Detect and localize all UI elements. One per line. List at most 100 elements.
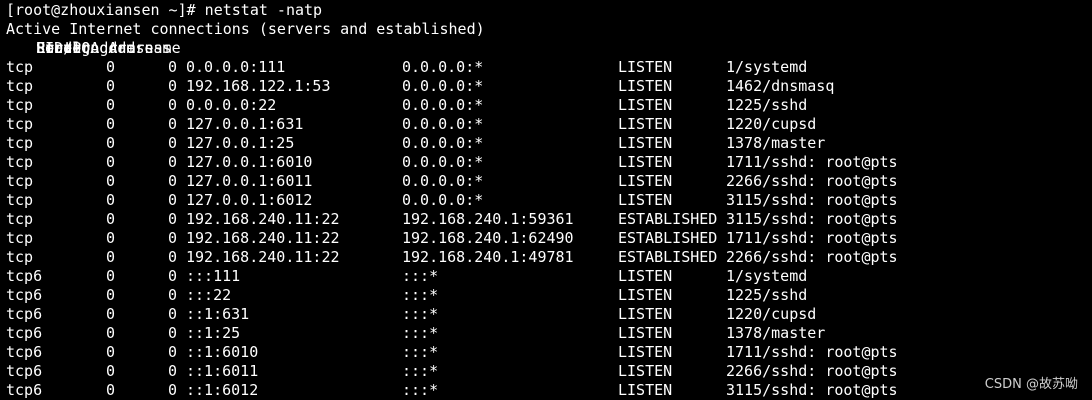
row-foreign-address: 0.0.0.0:*: [402, 134, 484, 152]
row-recvq: 0: [106, 305, 116, 323]
row-pid-program: 3115/sshd: root@pts: [726, 381, 898, 399]
row-local-address: 192.168.240.11:22: [186, 210, 340, 228]
row-pid-program: 1225/sshd: [726, 286, 808, 304]
row-state: LISTEN: [618, 58, 673, 76]
row-pid-program: 3115/sshd: root@pts: [726, 191, 898, 209]
table-row: tcp 0 0 127.0.0.1:6012 0.0.0.0:* LISTEN 3115/s…: [0, 191, 1092, 210]
row-proto: tcp: [6, 229, 34, 247]
row-foreign-address: 0.0.0.0:*: [402, 153, 484, 171]
row-sendq: 0: [168, 362, 178, 380]
row-sendq: 0: [168, 248, 178, 266]
row-state: LISTEN: [618, 134, 673, 152]
table-header: Proto Recv-Q Send-Q Local Address Foreig…: [0, 39, 1092, 58]
row-proto: tcp6: [6, 381, 43, 399]
row-sendq: 0: [168, 77, 178, 95]
table-row: tcp 0 0 127.0.0.1:6010 0.0.0.0:* LISTEN 1711/s…: [0, 153, 1092, 172]
row-proto: tcp: [6, 210, 34, 228]
row-sendq: 0: [168, 134, 178, 152]
table-row: tcp6 0 0:::111:::* LISTEN 1/systemd: [0, 267, 1092, 286]
row-proto: tcp6: [6, 362, 43, 380]
row-proto: tcp: [6, 172, 34, 190]
row-state: ESTABLISHED: [618, 210, 718, 228]
row-sendq: 0: [168, 229, 178, 247]
row-pid-program: 1/systemd: [726, 267, 808, 285]
row-foreign-address: 0.0.0.0:*: [402, 96, 484, 114]
table-row: tcp 0 0 192.168.240.11:22 192.168.240.1:5936…: [0, 210, 1092, 229]
row-recvq: 0: [106, 229, 116, 247]
row-state: LISTEN: [618, 305, 673, 323]
row-local-address: ::1:25: [186, 324, 241, 342]
row-foreign-address: 192.168.240.1:49781: [402, 248, 574, 266]
table-row: tcp 0 0 0.0.0.0:111 0.0.0.0:* LISTEN 1/systemd: [0, 58, 1092, 77]
row-recvq: 0: [106, 172, 116, 190]
row-recvq: 0: [106, 286, 116, 304]
row-sendq: 0: [168, 153, 178, 171]
row-foreign-address: :::*: [402, 343, 439, 361]
row-local-address: 192.168.240.11:22: [186, 229, 340, 247]
row-state: LISTEN: [618, 267, 673, 285]
row-local-address: ::1:6010: [186, 343, 259, 361]
row-sendq: 0: [168, 324, 178, 342]
row-recvq: 0: [106, 96, 116, 114]
table-row: tcp 0 0 192.168.122.1:53 0.0.0.0:* LISTEN 1462…: [0, 77, 1092, 96]
row-recvq: 0: [106, 248, 116, 266]
row-sendq: 0: [168, 286, 178, 304]
table-row: tcp6 0 0::1:25:::* LISTEN 1378/master: [0, 324, 1092, 343]
row-pid-program: 1711/sshd: root@pts: [726, 229, 898, 247]
row-local-address: 0.0.0.0:22: [186, 96, 277, 114]
row-state: LISTEN: [618, 115, 673, 133]
row-pid-program: 2266/sshd: root@pts: [726, 248, 898, 266]
row-sendq: 0: [168, 343, 178, 361]
row-proto: tcp: [6, 248, 34, 266]
command-prompt: [root@zhouxiansen ~]# netstat -natp: [6, 1, 323, 19]
table-row: tcp6 0 0::1:6012:::* LISTEN 3115/sshd: root@…: [0, 381, 1092, 400]
header-pid-program: PID/Program name: [36, 39, 181, 57]
table-row: tcp6 0 0:::22:::* LISTEN 1225/sshd: [0, 286, 1092, 305]
row-pid-program: 1220/cupsd: [726, 305, 817, 323]
row-recvq: 0: [106, 267, 116, 285]
row-proto: tcp: [6, 115, 34, 133]
row-sendq: 0: [168, 210, 178, 228]
row-recvq: 0: [106, 134, 116, 152]
table-row: tcp6 0 0::1:6010:::* LISTEN 1711/sshd: root@…: [0, 343, 1092, 362]
row-proto: tcp6: [6, 343, 43, 361]
row-state: LISTEN: [618, 362, 673, 380]
row-proto: tcp: [6, 153, 34, 171]
row-foreign-address: 0.0.0.0:*: [402, 172, 484, 190]
table-row: tcp 0 0 127.0.0.1:631 0.0.0.0:* LISTEN 1220/cu…: [0, 115, 1092, 134]
row-pid-program: 1711/sshd: root@pts: [726, 153, 898, 171]
row-sendq: 0: [168, 267, 178, 285]
row-pid-program: 1/systemd: [726, 58, 808, 76]
terminal-window[interactable]: [root@zhouxiansen ~]# netstat -natp Acti…: [0, 0, 1092, 400]
table-row: tcp 0 0 192.168.240.11:22 192.168.240.1:6249…: [0, 229, 1092, 248]
table-row: tcp6 0 0::1:631:::* LISTEN 1220/cupsd: [0, 305, 1092, 324]
row-proto: tcp6: [6, 286, 43, 304]
row-foreign-address: :::*: [402, 362, 439, 380]
table-row: tcp 0 0 127.0.0.1:6011 0.0.0.0:* LISTEN 2266/s…: [0, 172, 1092, 191]
row-proto: tcp: [6, 77, 34, 95]
row-pid-program: 1378/master: [726, 134, 826, 152]
row-local-address: 127.0.0.1:631: [186, 115, 304, 133]
table-row: tcp 0 0 192.168.240.11:22 192.168.240.1:4978…: [0, 248, 1092, 267]
row-foreign-address: 0.0.0.0:*: [402, 77, 484, 95]
row-foreign-address: :::*: [402, 381, 439, 399]
row-state: LISTEN: [618, 96, 673, 114]
row-local-address: ::1:631: [186, 305, 250, 323]
row-local-address: 127.0.0.1:6012: [186, 191, 313, 209]
row-proto: tcp6: [6, 324, 43, 342]
row-foreign-address: 0.0.0.0:*: [402, 191, 484, 209]
row-sendq: 0: [168, 96, 178, 114]
row-local-address: :::22: [186, 286, 232, 304]
row-sendq: 0: [168, 381, 178, 399]
row-sendq: 0: [168, 115, 178, 133]
row-pid-program: 1220/cupsd: [726, 115, 817, 133]
row-state: LISTEN: [618, 191, 673, 209]
row-foreign-address: 192.168.240.1:59361: [402, 210, 574, 228]
row-proto: tcp: [6, 58, 34, 76]
row-recvq: 0: [106, 191, 116, 209]
row-local-address: 192.168.240.11:22: [186, 248, 340, 266]
row-proto: tcp6: [6, 267, 43, 285]
row-local-address: 127.0.0.1:25: [186, 134, 295, 152]
row-foreign-address: 0.0.0.0:*: [402, 115, 484, 133]
row-foreign-address: 192.168.240.1:62490: [402, 229, 574, 247]
